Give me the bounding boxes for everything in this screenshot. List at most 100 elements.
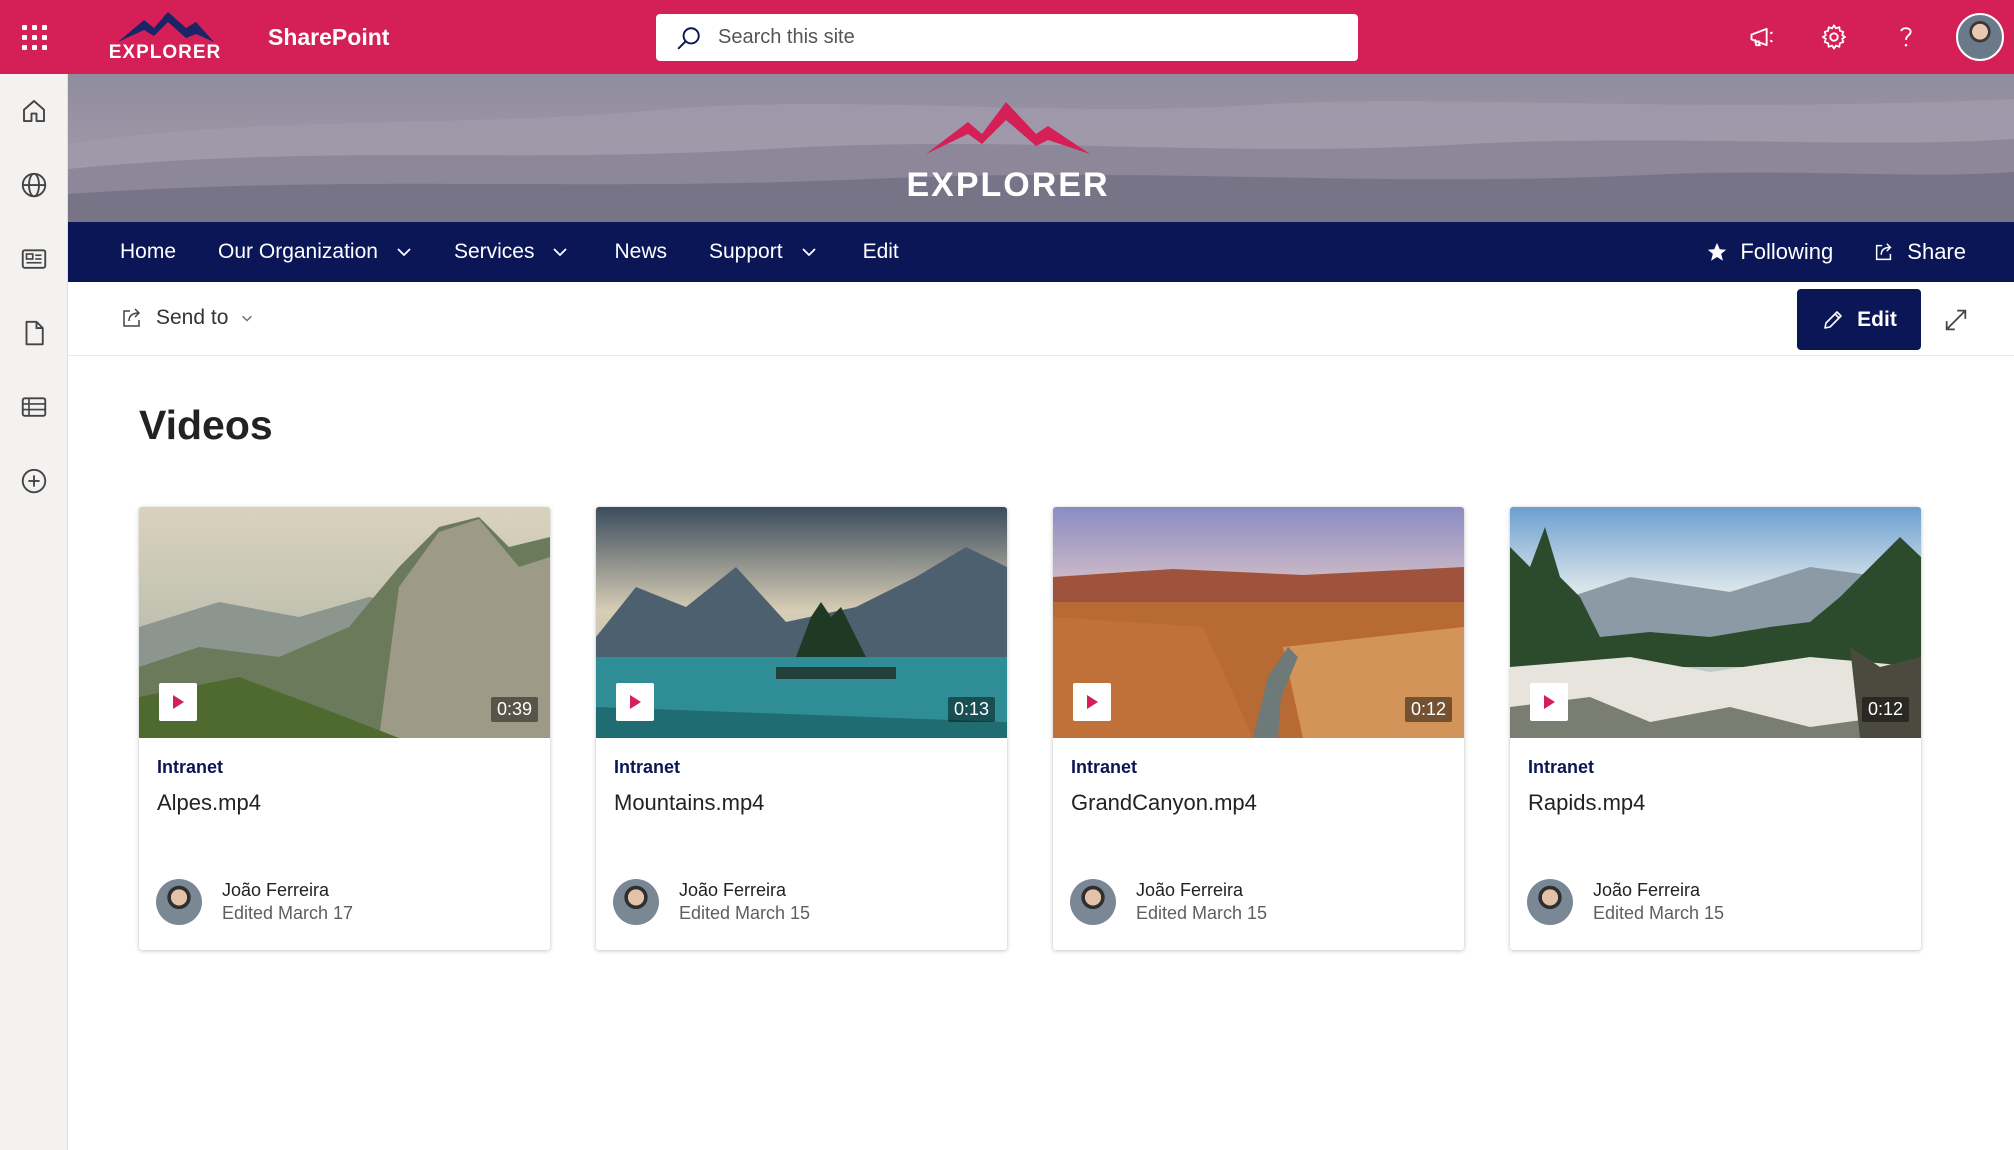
video-card[interactable]: 0:12 Intranet Rapids.mp4 João Ferreira E… xyxy=(1510,507,1921,950)
chevron-down-icon xyxy=(397,248,411,257)
edit-page-button[interactable]: Edit xyxy=(1797,289,1921,350)
rail-home[interactable] xyxy=(0,74,68,148)
play-icon xyxy=(173,695,184,709)
nav-services[interactable]: Services xyxy=(454,222,569,282)
avatar xyxy=(613,879,659,925)
video-thumbnail: 0:12 xyxy=(1510,507,1921,738)
mountain-logo-icon xyxy=(926,102,1090,154)
share-icon xyxy=(1876,243,1892,261)
video-duration: 0:39 xyxy=(490,697,538,722)
nav-label: Services xyxy=(453,240,535,263)
video-site: Intranet xyxy=(157,757,224,777)
avatar xyxy=(1527,879,1573,925)
play-button[interactable] xyxy=(1530,683,1568,721)
nav-home[interactable]: Home xyxy=(120,222,176,282)
author-name: João Ferreira xyxy=(222,880,330,900)
chevron-down-icon xyxy=(242,315,253,322)
suite-bar: EXPLORER SharePoint xyxy=(0,0,2014,74)
help-button[interactable] xyxy=(1870,0,1942,74)
suite-actions xyxy=(1726,0,2014,74)
video-duration: 0:12 xyxy=(1861,697,1909,722)
edited-date: Edited March 15 xyxy=(1593,903,1725,923)
video-title[interactable]: Alpes.mp4 xyxy=(157,790,261,816)
author-name: João Ferreira xyxy=(1593,880,1701,900)
rail-files[interactable] xyxy=(0,296,68,370)
expand-icon[interactable] xyxy=(1942,306,1970,334)
video-title[interactable]: GrandCanyon.mp4 xyxy=(1071,790,1257,816)
nav-edit[interactable]: Edit xyxy=(863,222,899,282)
play-icon xyxy=(1544,695,1555,709)
video-cards: 0:39 Intranet Alpes.mp4 João Ferreira Ed… xyxy=(139,507,1921,950)
video-title[interactable]: Mountains.mp4 xyxy=(614,790,764,816)
document-icon xyxy=(25,320,44,346)
chevron-down-icon xyxy=(801,248,816,257)
play-icon xyxy=(1087,695,1098,709)
rail-create[interactable] xyxy=(0,444,68,518)
logo-text: EXPLORER xyxy=(108,42,222,63)
whats-new-button[interactable] xyxy=(1726,0,1798,74)
share-button[interactable]: Share xyxy=(1873,239,1966,265)
thumbnail-image xyxy=(1053,507,1464,738)
app-name[interactable]: SharePoint xyxy=(268,24,389,51)
site-actions: Following Share xyxy=(1706,222,1966,282)
send-to-label: Send to xyxy=(156,306,229,329)
nav-label: Our Organization xyxy=(218,240,378,263)
add-circle-icon xyxy=(21,468,47,494)
rail-lists[interactable] xyxy=(0,370,68,444)
play-button[interactable] xyxy=(616,683,654,721)
edit-label: Edit xyxy=(1857,307,1897,331)
app-launcher-icon xyxy=(21,24,47,50)
nav-our-organization[interactable]: Our Organization xyxy=(218,222,412,282)
nav-news[interactable]: News xyxy=(614,222,667,282)
rail-sites[interactable] xyxy=(0,148,68,222)
chevron-down-icon xyxy=(553,248,568,257)
section-title: Videos xyxy=(139,402,273,448)
star-icon xyxy=(1708,242,1727,261)
settings-button[interactable] xyxy=(1798,0,1870,74)
video-card[interactable]: 0:39 Intranet Alpes.mp4 João Ferreira Ed… xyxy=(139,507,550,950)
video-title[interactable]: Rapids.mp4 xyxy=(1528,790,1645,816)
thumbnail-image xyxy=(139,507,550,738)
news-icon xyxy=(21,249,47,269)
video-duration: 0:13 xyxy=(947,697,995,722)
play-button[interactable] xyxy=(1073,683,1111,721)
site-header-banner: EXPLORER xyxy=(68,74,2014,222)
author-row: João Ferreira Edited March 15 xyxy=(1070,879,1267,925)
home-icon xyxy=(23,100,45,122)
thumbnail-image xyxy=(596,507,1007,738)
megaphone-icon xyxy=(1750,27,1773,47)
banner-logo-text: EXPLORER xyxy=(906,166,1110,204)
account-avatar[interactable] xyxy=(1956,13,2004,61)
site-navigation: Home Our Organization Services News Supp… xyxy=(68,222,2014,282)
edited-date: Edited March 17 xyxy=(222,903,354,923)
command-bar: Send to Edit xyxy=(68,282,2014,356)
author-name: João Ferreira xyxy=(679,880,787,900)
search-icon xyxy=(677,26,700,50)
following-button[interactable]: Following xyxy=(1706,239,1833,265)
play-button[interactable] xyxy=(159,683,197,721)
nav-support[interactable]: Support xyxy=(709,222,817,282)
video-site: Intranet xyxy=(1528,757,1595,777)
video-card[interactable]: 0:13 Intranet Mountains.mp4 João Ferreir… xyxy=(596,507,1007,950)
rail-news[interactable] xyxy=(0,222,68,296)
video-site: Intranet xyxy=(614,757,681,777)
share-label: Share xyxy=(1907,239,1966,264)
video-site: Intranet xyxy=(1071,757,1138,777)
video-card[interactable]: 0:12 Intranet GrandCanyon.mp4 João Ferre… xyxy=(1053,507,1464,950)
send-to-button[interactable]: Send to xyxy=(120,306,254,330)
author-name: João Ferreira xyxy=(1136,880,1244,900)
search-input[interactable] xyxy=(718,26,1318,49)
gear-icon xyxy=(1821,24,1847,50)
thumbnail-image xyxy=(1510,507,1921,738)
following-label: Following xyxy=(1740,239,1834,264)
app-bar xyxy=(0,74,68,1150)
nav-label: Support xyxy=(709,240,783,263)
avatar xyxy=(1070,879,1116,925)
app-launcher-button[interactable] xyxy=(0,0,68,74)
search-box[interactable] xyxy=(656,14,1358,61)
site-logo[interactable]: EXPLORER xyxy=(108,8,222,66)
edited-date: Edited March 15 xyxy=(1136,903,1268,923)
nav-label: News xyxy=(614,240,667,263)
nav-label: Home xyxy=(120,240,177,263)
share-icon xyxy=(123,308,141,327)
